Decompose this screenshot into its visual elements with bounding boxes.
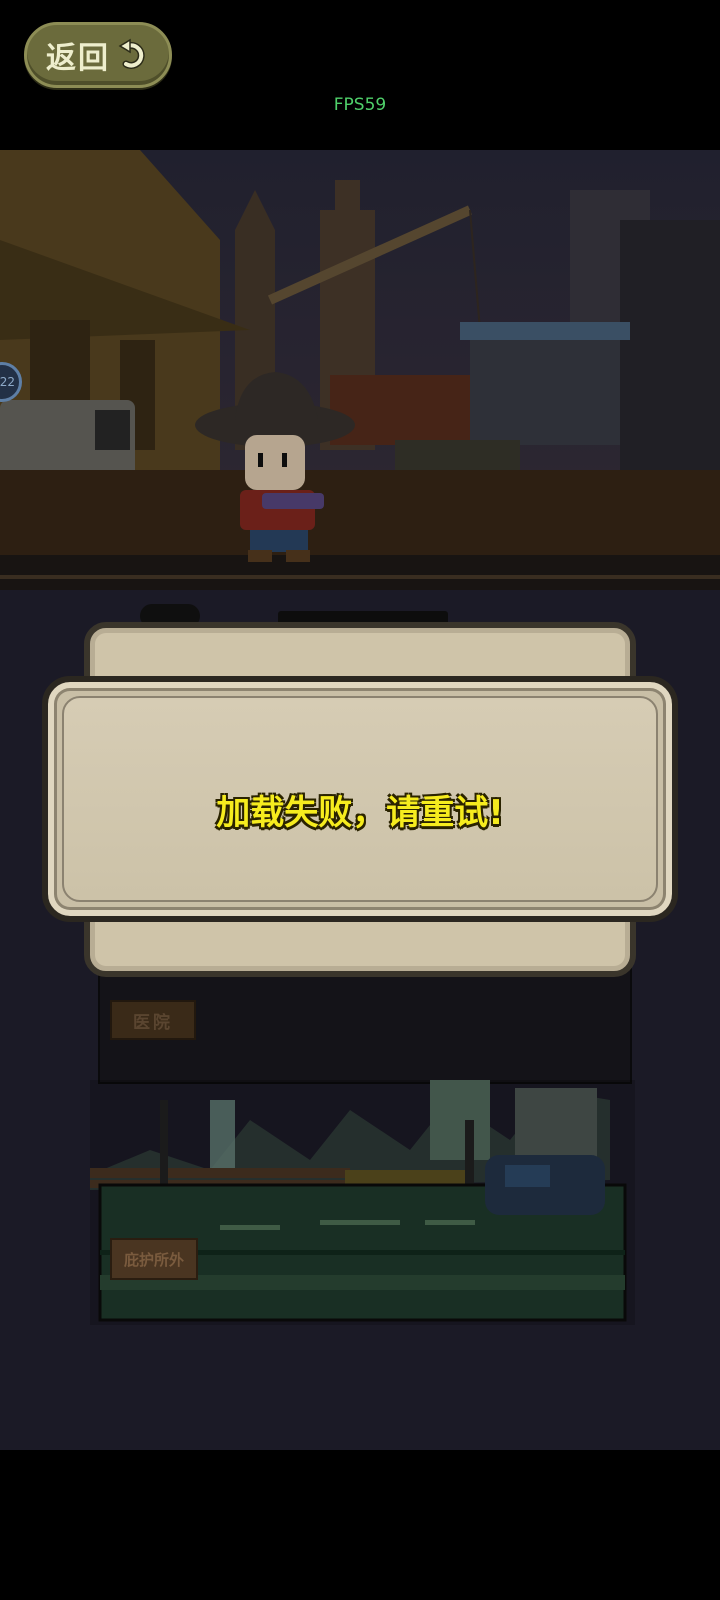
outside-shelter-sign[interactable]: 庇护所外 xyxy=(110,1238,198,1280)
game-scene: 22 xyxy=(0,150,720,590)
city-background xyxy=(0,150,720,590)
shelter-street-scene xyxy=(90,1080,635,1325)
error-dialog: 加载失败，请重试! xyxy=(42,676,678,922)
fps-counter: FPS59 xyxy=(333,95,387,115)
back-button-label: 返回 xyxy=(46,41,110,76)
hospital-sign[interactable]: 医院 xyxy=(110,1000,196,1040)
back-button[interactable]: 返回 xyxy=(24,22,172,88)
error-message: 加载失败，请重试! xyxy=(216,793,504,833)
return-arrow-icon xyxy=(118,38,145,69)
